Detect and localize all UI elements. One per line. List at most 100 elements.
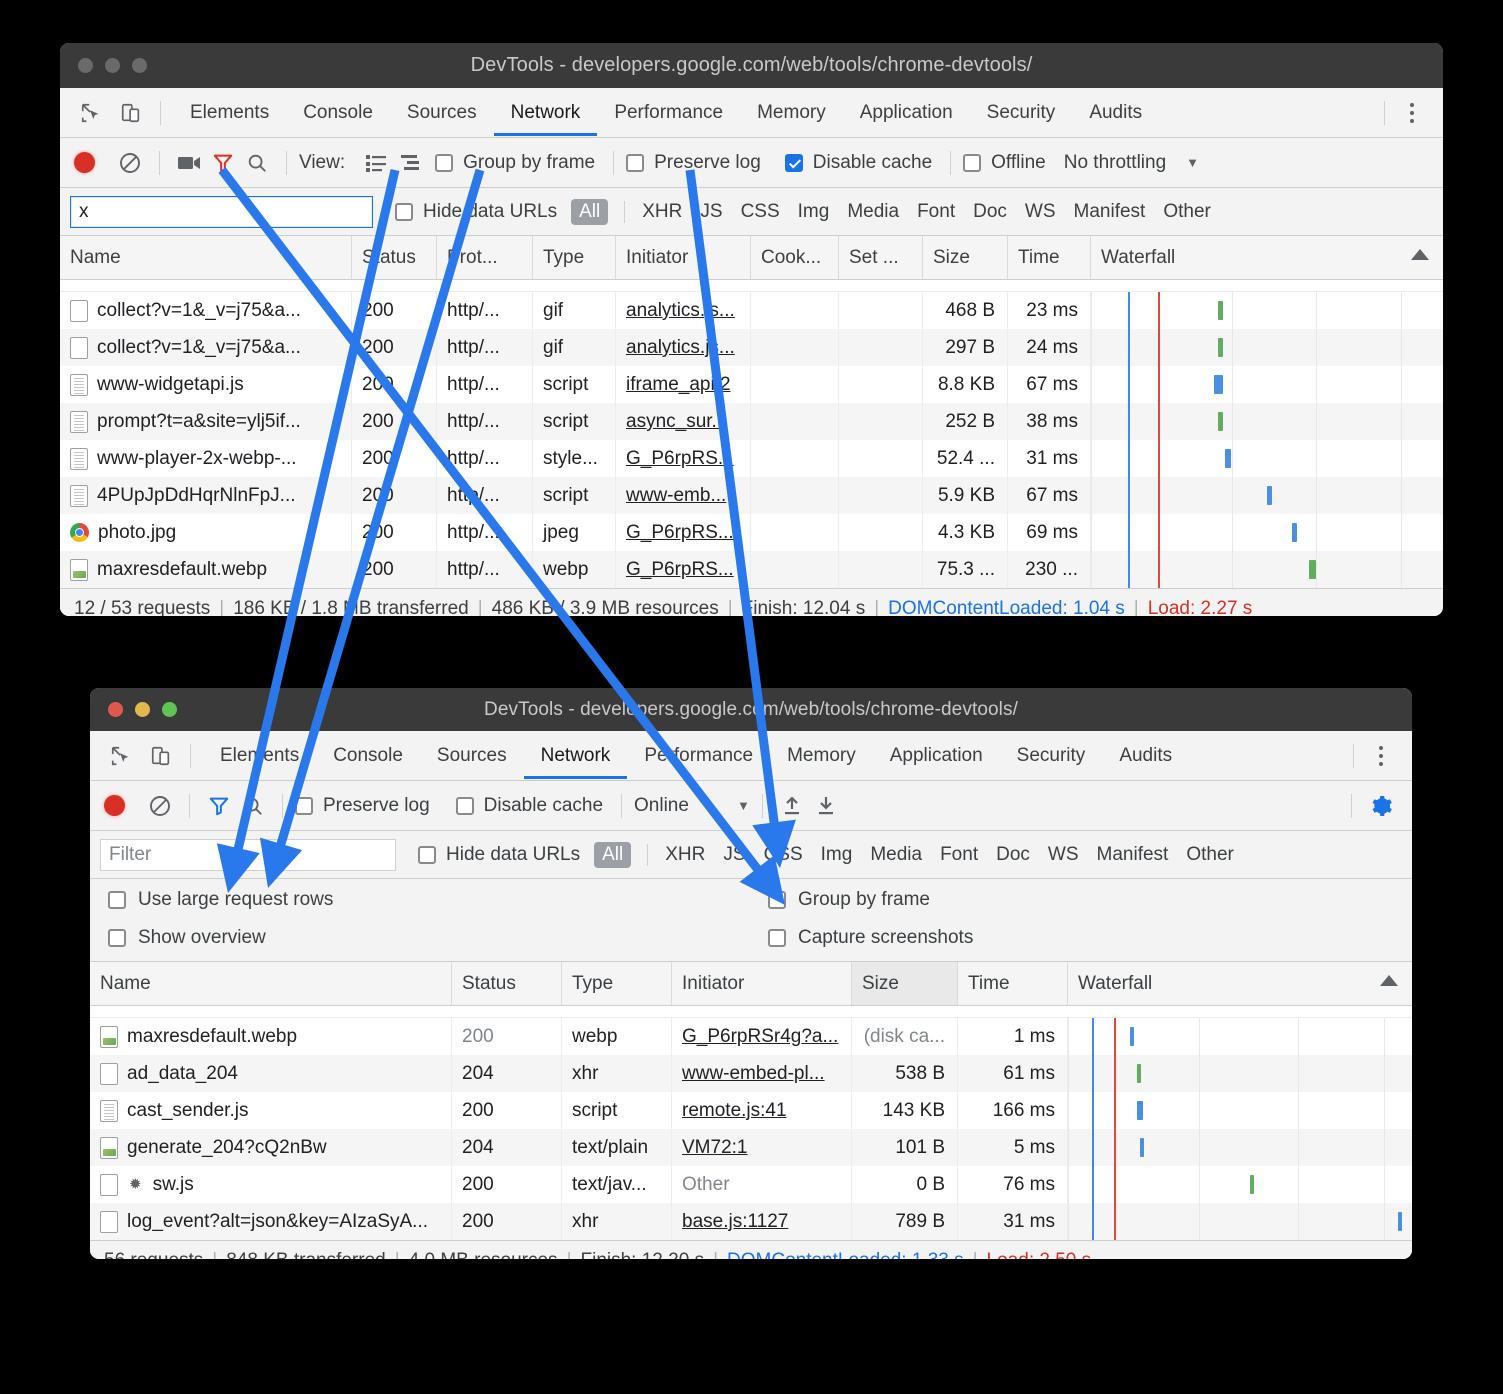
initiator-cell[interactable]: www-embed-pl... (672, 1055, 852, 1092)
search-icon[interactable] (236, 791, 270, 821)
tab-performance[interactable]: Performance (597, 89, 740, 136)
column-header-status[interactable]: Status (452, 962, 562, 1005)
filter-type-doc[interactable]: Doc (964, 201, 1016, 223)
initiator-link[interactable]: analytics.js... (626, 337, 735, 358)
filter-type-ws[interactable]: WS (1039, 844, 1088, 866)
filter-type-js[interactable]: JS (691, 201, 731, 223)
request-name-cell[interactable]: 4PUpJpDdHqrNlnFpJ... (60, 477, 352, 514)
column-header-name[interactable]: Name (90, 962, 452, 1005)
checkbox-box[interactable] (295, 796, 313, 815)
filter-type-img[interactable]: Img (812, 844, 862, 866)
initiator-cell[interactable]: G_P6rpRS... (616, 440, 751, 477)
request-name-cell[interactable]: ✹ sw.js (90, 1166, 452, 1203)
initiator-link[interactable]: G_P6rpRS... (626, 448, 734, 469)
request-name-cell[interactable]: log_event?alt=json&key=AIzaSyA... (90, 1203, 452, 1240)
download-har-icon[interactable] (809, 791, 843, 821)
checkbox-box[interactable] (455, 796, 474, 815)
tab-sources[interactable]: Sources (390, 89, 494, 136)
column-header-time[interactable]: Time (958, 962, 1068, 1005)
device-toolbar-icon[interactable] (114, 96, 148, 130)
filter-type-media[interactable]: Media (838, 201, 908, 223)
filter-input-bottom[interactable]: Filter (100, 838, 396, 871)
column-header-type[interactable]: Type (562, 962, 672, 1005)
filter-type-xhr[interactable]: XHR (656, 844, 714, 866)
tab-elements[interactable]: Elements (203, 732, 316, 779)
more-options-icon[interactable] (1397, 102, 1427, 123)
table-row[interactable]: 4PUpJpDdHqrNlnFpJ... 200 http/... script www… (60, 477, 1443, 514)
show-overview-checkbox[interactable]: Show overview (108, 927, 768, 949)
initiator-cell[interactable]: async_sur... (616, 403, 751, 440)
checkbox-box[interactable] (395, 202, 413, 221)
initiator-link[interactable]: G_P6rpRSr4g?a... (682, 1026, 838, 1047)
table-row[interactable]: maxresdefault.webp 200 webp G_P6rpRSr4g?a..… (90, 1018, 1412, 1055)
filter-type-other[interactable]: Other (1177, 844, 1243, 866)
filter-type-all[interactable]: All (571, 198, 609, 225)
table-row[interactable]: log_event?alt=json&key=AIzaSyA... 200 xhr b… (90, 1203, 1412, 1240)
request-name-cell[interactable]: maxresdefault.webp (60, 551, 352, 588)
device-toolbar-icon[interactable] (144, 739, 178, 773)
checkbox-box[interactable] (108, 891, 126, 909)
filter-type-img[interactable]: Img (789, 201, 839, 223)
window-controls-top[interactable] (60, 58, 147, 73)
clear-icon[interactable] (143, 791, 177, 821)
filter-type-font[interactable]: Font (931, 844, 987, 866)
checkbox-box[interactable] (784, 153, 803, 172)
initiator-cell[interactable]: analytics.js... (616, 292, 751, 329)
table-row[interactable]: photo.jpg 200 http/... jpeg G_P6rpRS... 4.3 K… (60, 514, 1443, 551)
disable-cache-checkbox-top[interactable]: Disable cache (784, 152, 932, 174)
request-name-cell[interactable]: generate_204?cQ2nBw (90, 1129, 452, 1166)
hide-data-urls-checkbox-bottom[interactable]: Hide data URLs (418, 844, 580, 866)
initiator-cell[interactable]: base.js:1127 (672, 1203, 852, 1240)
filter-type-js[interactable]: JS (714, 844, 754, 866)
disable-cache-checkbox-bottom[interactable]: Disable cache (455, 795, 603, 817)
filter-type-manifest[interactable]: Manifest (1065, 201, 1155, 223)
column-header-status[interactable]: Status (352, 236, 437, 279)
list-view-icon[interactable] (359, 148, 393, 178)
filter-type-xhr[interactable]: XHR (633, 201, 691, 223)
column-header-initiator[interactable]: Initiator (672, 962, 852, 1005)
hide-data-urls-checkbox-top[interactable]: Hide data URLs (395, 201, 557, 223)
filter-type-font[interactable]: Font (908, 201, 964, 223)
initiator-link[interactable]: G_P6rpRS... (626, 559, 734, 580)
use-large-request-rows-checkbox[interactable]: Use large request rows (108, 889, 768, 911)
minimize-button[interactable] (105, 58, 120, 73)
initiator-link[interactable]: async_sur... (626, 411, 727, 432)
filter-icon[interactable] (202, 791, 236, 821)
tab-network[interactable]: Network (493, 89, 598, 136)
request-name-cell[interactable]: collect?v=1&_v=j75&a... (60, 329, 352, 366)
more-options-icon[interactable] (1366, 745, 1396, 766)
initiator-cell[interactable]: G_P6rpRSr4g?a... (672, 1018, 852, 1055)
initiator-cell[interactable]: VM72:1 (672, 1129, 852, 1166)
checkbox-box[interactable] (435, 153, 454, 172)
capture-screenshots-checkbox[interactable]: Capture screenshots (768, 927, 973, 949)
request-name-cell[interactable]: collect?v=1&_v=j75&a... (60, 292, 352, 329)
filter-type-manifest[interactable]: Manifest (1088, 844, 1178, 866)
column-header-setcookies[interactable]: Set ... (839, 236, 923, 279)
checkbox-box[interactable] (963, 153, 982, 172)
initiator-link[interactable]: analytics.js... (626, 300, 735, 321)
table-row[interactable]: www-widgetapi.js 200 http/... script iframe_… (60, 366, 1443, 403)
initiator-link[interactable]: VM72:1 (682, 1137, 747, 1158)
checkbox-box[interactable] (626, 153, 645, 172)
waterfall-view-icon[interactable] (393, 148, 427, 178)
initiator-cell[interactable]: remote.js:41 (672, 1092, 852, 1129)
tab-console[interactable]: Console (286, 89, 390, 136)
checkbox-box[interactable] (768, 891, 786, 909)
upload-har-icon[interactable] (775, 791, 809, 821)
table-row[interactable]: prompt?t=a&site=ylj5if... 200 http/... scri… (60, 403, 1443, 440)
camera-icon[interactable] (172, 148, 206, 178)
table-row[interactable]: collect?v=1&_v=j75&a... 200 http/... gif ana… (60, 329, 1443, 366)
preserve-log-checkbox-bottom[interactable]: Preserve log (295, 795, 430, 817)
column-header-waterfall[interactable]: Waterfall (1091, 236, 1443, 279)
tab-application[interactable]: Application (873, 732, 1000, 779)
initiator-cell[interactable]: iframe_api:2 (616, 366, 751, 403)
group-by-frame-checkbox-bottom[interactable]: Group by frame (768, 889, 973, 911)
filter-type-css[interactable]: CSS (732, 201, 789, 223)
gear-icon[interactable] (1364, 791, 1398, 821)
filter-type-doc[interactable]: Doc (987, 844, 1039, 866)
preserve-log-checkbox-top[interactable]: Preserve log (626, 152, 761, 174)
column-header-waterfall[interactable]: Waterfall (1068, 962, 1412, 1005)
column-header-protocol[interactable]: Prot... (437, 236, 533, 279)
filter-type-all[interactable]: All (594, 841, 632, 868)
inspect-element-icon[interactable] (104, 739, 138, 773)
